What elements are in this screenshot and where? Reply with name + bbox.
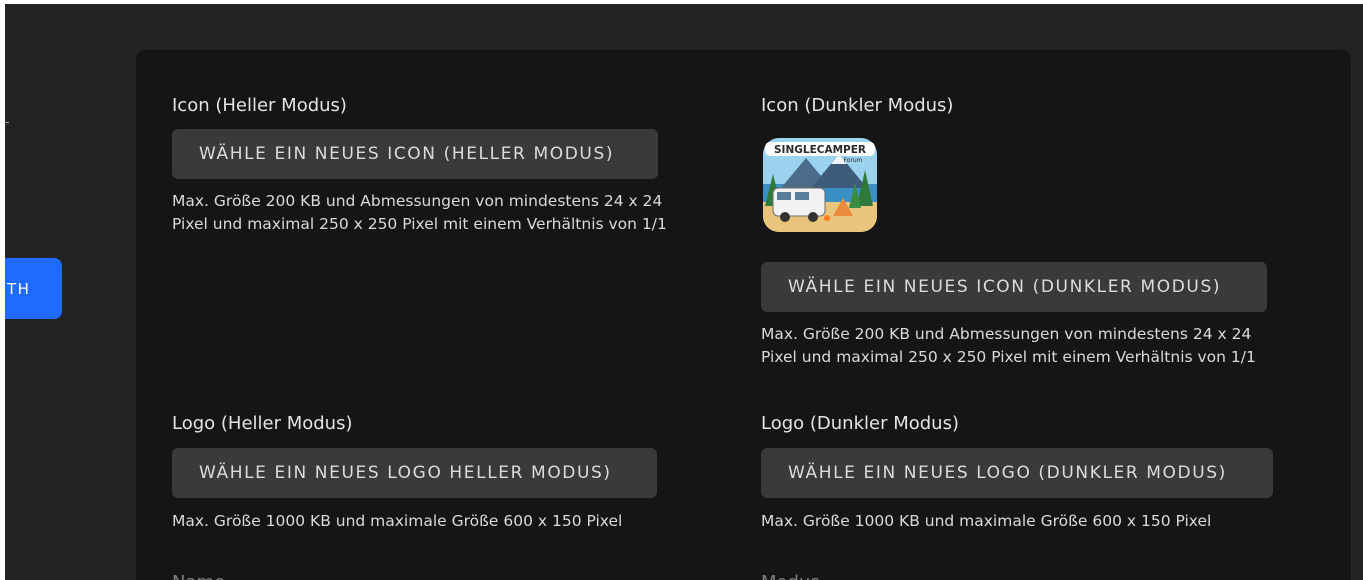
branding-settings-panel: Icon (Heller Modus) WÄHLE EIN NEUES ICON…: [136, 50, 1351, 580]
icon-light-hint-line1: Max. Größe 200 KB und Abmessungen von mi…: [172, 192, 663, 210]
singlecamper-logo-icon: SINGLECAMPER Forum: [763, 138, 877, 232]
logo-dark-hint: Max. Größe 1000 KB und maximale Größe 60…: [761, 512, 1212, 530]
app-window: TH Icon (Heller Modus) WÄHLE EIN NEUES I…: [5, 4, 1363, 580]
icon-light-hint-line2: Pixel und maximal 250 x 250 Pixel mit ei…: [172, 215, 667, 233]
icon-dark-hint: Max. Größe 200 KB und Abmessungen von mi…: [761, 323, 1321, 369]
icon-dark-preview-image: SINGLECAMPER Forum: [761, 136, 879, 234]
name-field-label: Name: [172, 572, 225, 580]
sidebar-auth-button[interactable]: TH: [5, 258, 62, 319]
mode-field-label: Modus: [761, 572, 820, 580]
choose-icon-light-button[interactable]: WÄHLE EIN NEUES ICON (HELLER MODUS): [172, 129, 658, 179]
logo-dark-title: Logo (Dunkler Modus): [761, 413, 959, 434]
logo-text-sub: Forum: [843, 157, 862, 164]
choose-icon-dark-button[interactable]: WÄHLE EIN NEUES ICON (DUNKLER MODUS): [761, 262, 1267, 312]
choose-logo-light-button[interactable]: WÄHLE EIN NEUES LOGO HELLER MODUS): [172, 448, 657, 498]
icon-dark-title: Icon (Dunkler Modus): [761, 95, 954, 116]
icon-dark-hint-line2: Pixel und maximal 250 x 250 Pixel mit ei…: [761, 348, 1256, 366]
sidebar-divider: [5, 122, 9, 123]
icon-light-title: Icon (Heller Modus): [172, 95, 347, 116]
sidebar-auth-label: TH: [7, 279, 31, 298]
icon-light-hint: Max. Größe 200 KB und Abmessungen von mi…: [172, 190, 732, 236]
logo-light-hint: Max. Größe 1000 KB und maximale Größe 60…: [172, 512, 623, 530]
logo-text-main: SINGLECAMPER: [774, 144, 866, 156]
logo-light-title: Logo (Heller Modus): [172, 413, 353, 434]
choose-logo-dark-button[interactable]: WÄHLE EIN NEUES LOGO (DUNKLER MODUS): [761, 448, 1273, 498]
icon-dark-hint-line1: Max. Größe 200 KB und Abmessungen von mi…: [761, 325, 1252, 343]
